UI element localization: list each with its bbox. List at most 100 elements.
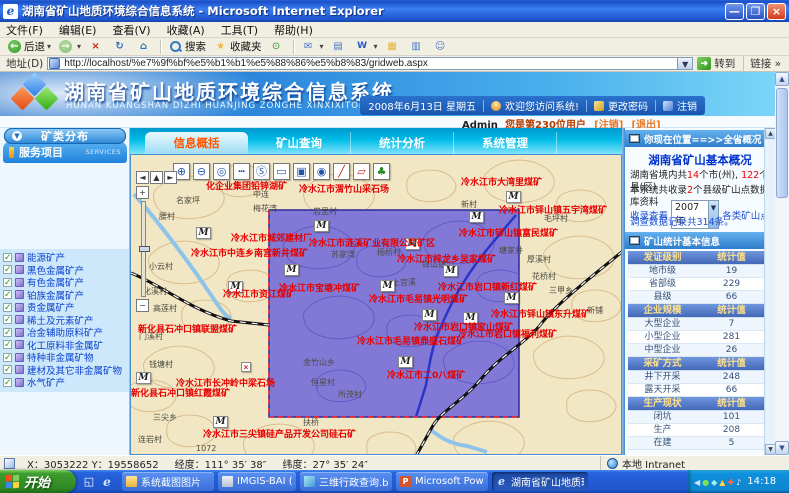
tab[interactable]: 系统管理 — [454, 132, 557, 154]
map-tool-button[interactable]: Ⓢ — [253, 163, 270, 180]
layer-checkbox[interactable]: ✓ — [3, 340, 12, 349]
toolbar-button[interactable]: × — [85, 39, 109, 55]
toolbar-button[interactable]: ⊙ — [266, 39, 290, 55]
map-tool-button[interactable]: ◉ — [313, 163, 330, 180]
mine-marker[interactable]: M — [196, 227, 211, 239]
tray-icon[interactable]: ✚ — [727, 478, 734, 487]
layer-checkbox[interactable]: ✓ — [3, 353, 12, 362]
toolbar-button[interactable]: ☺ — [430, 39, 454, 55]
browser-scrollbar[interactable]: ▲ ▼ — [775, 72, 789, 455]
pan-left-button[interactable]: ◄ — [136, 171, 149, 184]
layer-checkbox[interactable]: ✓ — [3, 290, 12, 299]
tab[interactable]: 矿山查询 — [248, 132, 351, 154]
go-button[interactable]: ➜ 转到 — [697, 56, 739, 71]
toolbar-button[interactable]: ▥ — [406, 39, 430, 55]
mine-marker[interactable]: M — [506, 191, 521, 203]
pan-right-button[interactable]: ► — [164, 171, 177, 184]
layer-checkbox[interactable]: ✓ — [3, 328, 12, 337]
toolbar-button[interactable]: → — [55, 39, 85, 55]
menu-item[interactable]: 帮助(H) — [274, 22, 313, 38]
maximize-button[interactable]: ❐ — [746, 3, 765, 20]
minimize-button[interactable]: — — [725, 3, 744, 20]
mine-marker[interactable]: M — [380, 280, 395, 292]
mine-marker[interactable]: M — [504, 292, 519, 304]
tray-icon[interactable]: ◆ — [711, 478, 717, 487]
map-tool-button[interactable]: ┅ — [233, 163, 250, 180]
taskbar-task-button[interactable]: 系统截图图片 — [122, 472, 214, 491]
mine-marker[interactable]: M — [398, 356, 413, 368]
menu-item[interactable]: 查看(V) — [112, 22, 150, 38]
panel-scrollbar[interactable]: ▲ ▼ — [764, 128, 775, 455]
menu-item[interactable]: 工具(T) — [221, 22, 258, 38]
toolbar-button[interactable]: ← 后退 — [4, 39, 55, 55]
tray-icon[interactable]: ● — [702, 478, 709, 487]
toolbar-button[interactable]: ↻ — [109, 39, 133, 55]
toolbar-button[interactable]: 搜索 — [165, 39, 210, 55]
scroll-down-icon[interactable]: ▼ — [775, 441, 789, 455]
sidebar-group-button[interactable]: ▼ 矿类分布 — [4, 128, 126, 144]
layer-checkbox[interactable]: ✓ — [3, 303, 12, 312]
mine-marker[interactable]: M — [314, 220, 329, 232]
map-tool-button[interactable]: ▭ — [273, 163, 290, 180]
map-tool-button[interactable]: ⊖ — [193, 163, 210, 180]
mine-marker[interactable]: M — [443, 265, 458, 277]
tray-icon[interactable]: ▲ — [719, 478, 725, 487]
zoom-out-button[interactable]: − — [136, 299, 149, 312]
close-button[interactable]: × — [767, 3, 786, 20]
toolbar-button[interactable] — [293, 40, 295, 54]
taskbar-task-button[interactable]: e 湖南省矿山地质环... — [492, 472, 588, 491]
pan-up-button[interactable]: ▲ — [150, 171, 163, 184]
tab[interactable]: 信息概括 — [145, 132, 248, 154]
taskbar-task-button[interactable]: P Microsoft PowerP... — [396, 472, 488, 491]
map-viewport[interactable]: 名家坪腰村中连梅花湾岩里村新村毛坪村苏家湾杨桥村塘家井厚溪村铎山镇花桥村三甲乡上… — [130, 154, 622, 455]
zoom-slider[interactable] — [141, 201, 146, 297]
mineral-cube-icon — [15, 328, 24, 337]
taskbar-task-button[interactable]: 三维行政查询.bmp — [300, 472, 392, 491]
tray-icon[interactable]: ♪ — [736, 478, 741, 487]
scroll-up-icon[interactable]: ▲ — [775, 72, 789, 86]
toolbar-button[interactable]: ⌂ — [133, 39, 157, 55]
layer-checkbox[interactable]: ✓ — [3, 253, 12, 262]
toolbar-button[interactable]: ✉ — [298, 39, 328, 55]
toolbar-button[interactable]: ▤ — [328, 39, 352, 55]
toolbar-button[interactable]: ★ 收藏夹 — [210, 39, 266, 55]
zoom-in-button[interactable]: + — [136, 186, 149, 199]
taskbar-task-button[interactable]: IMGIS-BAI (J:) — [218, 472, 296, 491]
menu-item[interactable]: 收藏(A) — [167, 22, 205, 38]
map-tool-button[interactable]: ▣ — [293, 163, 310, 180]
layer-checkbox[interactable]: ✓ — [3, 315, 12, 324]
scroll-up-icon[interactable]: ▲ — [765, 128, 775, 139]
quicklaunch-icon[interactable]: e — [100, 475, 114, 489]
mine-marker[interactable]: M — [136, 372, 151, 384]
links-menu[interactable]: 链接 » — [743, 56, 781, 71]
address-input[interactable] — [47, 57, 678, 70]
map-tool-button[interactable]: ♣ — [373, 163, 390, 180]
welcome-text: 欢迎您访问系统! — [505, 98, 579, 113]
layer-checkbox[interactable]: ✓ — [3, 378, 12, 387]
tray-icon[interactable]: ◀ — [694, 478, 700, 487]
toolbar-button[interactable]: W — [352, 39, 382, 55]
scrollbar-thumb[interactable] — [776, 88, 788, 198]
mine-marker[interactable]: M — [469, 211, 484, 223]
quicklaunch-icon[interactable]: ◱ — [82, 475, 96, 489]
stats-table: 发证级别 统计值 地市级19 省部级229 县级66 — [628, 251, 766, 450]
map-tool-button[interactable]: ▱ — [353, 163, 370, 180]
layer-checkbox[interactable]: ✓ — [3, 265, 12, 274]
toolbar-button[interactable]: ▦ — [382, 39, 406, 55]
start-button[interactable]: 开始 — [0, 470, 76, 493]
tab[interactable]: 统计分析 — [351, 132, 454, 154]
toolbar-button[interactable] — [160, 40, 162, 54]
mine-marker[interactable]: M — [284, 264, 299, 276]
layer-checkbox[interactable]: ✓ — [3, 278, 12, 287]
change-password-link[interactable]: 更改密码 — [608, 98, 648, 113]
zoom-slider-handle[interactable] — [139, 246, 150, 252]
menu-item[interactable]: 文件(F) — [6, 22, 43, 38]
mine-marker[interactable]: × — [241, 362, 251, 372]
menu-item[interactable]: 编辑(E) — [59, 22, 97, 38]
map-tool-button[interactable]: ◎ — [213, 163, 230, 180]
layer-checkbox[interactable]: ✓ — [3, 365, 12, 374]
scroll-down-icon[interactable]: ▼ — [765, 444, 775, 455]
logout-link[interactable]: 注销 — [677, 98, 697, 113]
map-tool-button[interactable]: ╱ — [333, 163, 350, 180]
address-dropdown-icon[interactable]: ▼ — [678, 57, 693, 70]
